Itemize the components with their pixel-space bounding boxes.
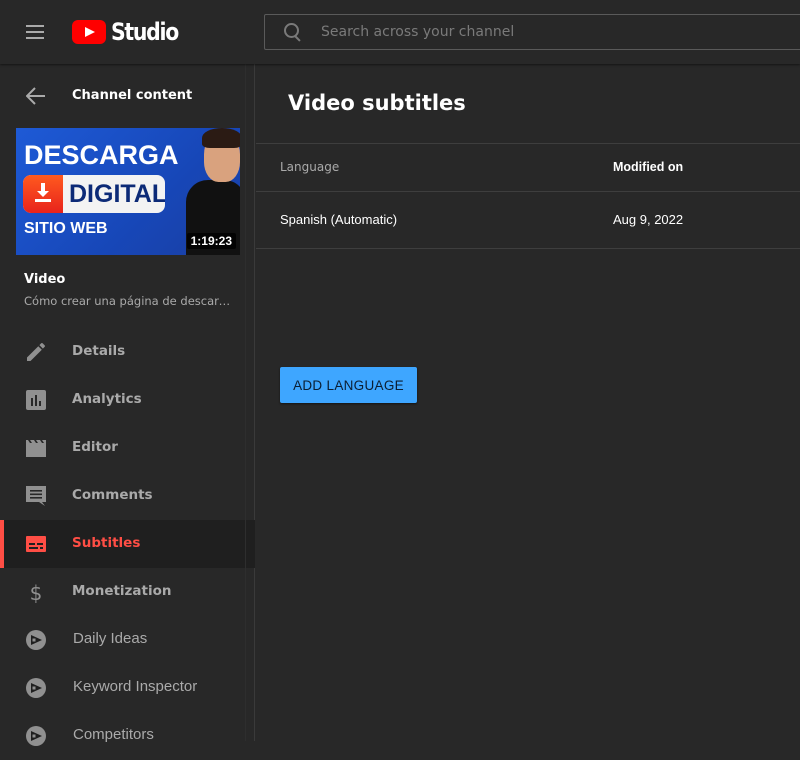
- clapperboard-icon: [26, 440, 46, 457]
- sidebar-item-monetization[interactable]: $ Monetization: [0, 568, 255, 616]
- sidebar-item-subtitles[interactable]: Subtitles: [0, 520, 255, 568]
- menu-bar: [26, 31, 44, 33]
- sidebar-item-label: Editor: [72, 439, 118, 455]
- sidebar-item-keyword-inspector[interactable]: Keyword Inspector: [0, 664, 255, 712]
- menu-bar: [26, 37, 44, 39]
- back-to-channel-content[interactable]: Channel content: [0, 78, 255, 114]
- sidebar-item-label: Keyword Inspector: [73, 678, 198, 695]
- back-label: Channel content: [72, 88, 193, 103]
- column-header-language: Language: [280, 160, 340, 174]
- thumbnail-pill: DIGITAL: [23, 175, 165, 213]
- cell-modified-on: Aug 9, 2022: [613, 212, 684, 227]
- add-language-button[interactable]: ADD LANGUAGE: [280, 367, 417, 403]
- pencil-icon: [27, 343, 45, 361]
- sidebar-item-label: Subtitles: [72, 535, 141, 551]
- divider: [256, 143, 800, 144]
- sidebar-item-daily-ideas[interactable]: Daily Ideas: [0, 616, 255, 664]
- thumbnail-text-line2: DIGITAL: [69, 180, 165, 208]
- sidebar-item-label: Details: [72, 343, 126, 359]
- analytics-icon: [26, 390, 46, 410]
- search-box[interactable]: [264, 14, 800, 50]
- cell-language[interactable]: Spanish (Automatic): [280, 212, 397, 227]
- search-input[interactable]: [321, 24, 721, 40]
- sidebar-item-comments[interactable]: Comments: [0, 472, 255, 520]
- svg-text:$: $: [30, 581, 43, 604]
- sidebar-item-editor[interactable]: Editor: [0, 424, 255, 472]
- dollar-icon: $: [30, 581, 43, 604]
- comment-icon: [26, 486, 46, 506]
- search-icon: [283, 22, 303, 42]
- divider: [256, 191, 800, 192]
- hamburger-menu-button[interactable]: [24, 20, 48, 44]
- column-header-modified-on[interactable]: Modified on: [613, 160, 683, 174]
- video-thumbnail[interactable]: DESCARGA DIGITAL SITIO WEB 1:19:23: [16, 128, 240, 255]
- video-title: Cómo crear una página de descarga...: [24, 294, 234, 308]
- sidebar-item-details[interactable]: Details: [0, 328, 255, 376]
- sidebar-item-label: Competitors: [73, 726, 154, 743]
- sidebar-item-label: Comments: [72, 487, 153, 503]
- extension-play-icon: [26, 678, 46, 698]
- subtitles-icon: [26, 536, 46, 552]
- youtube-play-icon: [72, 20, 106, 44]
- divider: [256, 248, 800, 249]
- extension-play-icon: [26, 726, 46, 746]
- main-content: Video subtitles Language Modified on Spa…: [256, 64, 800, 741]
- menu-bar: [26, 25, 44, 27]
- youtube-studio-logo[interactable]: Studio: [72, 18, 190, 46]
- sidebar-nav: Details Analytics Editor Comments Subtit…: [0, 328, 255, 760]
- logo-text: Studio: [111, 18, 179, 46]
- sidebar-item-label: Analytics: [72, 391, 142, 407]
- sidebar-item-analytics[interactable]: Analytics: [0, 376, 255, 424]
- sidebar-item-label: Monetization: [72, 583, 172, 599]
- sidebar-item-label: Daily Ideas: [73, 630, 148, 647]
- download-icon: [35, 183, 51, 202]
- extension-play-icon: [26, 630, 46, 650]
- video-duration-badge: 1:19:23: [186, 233, 236, 249]
- page-title: Video subtitles: [288, 91, 466, 115]
- video-label: Video: [24, 272, 66, 287]
- top-header: Studio: [0, 0, 800, 64]
- thumbnail-person-hair: [202, 128, 240, 148]
- sidebar-item-competitors[interactable]: Competitors: [0, 712, 255, 760]
- arrow-back-icon: [26, 87, 45, 105]
- sidebar: Channel content DESCARGA DIGITAL SITIO W…: [0, 64, 255, 746]
- thumbnail-text-line3: SITIO WEB: [24, 220, 108, 237]
- thumbnail-text-line1: DESCARGA: [24, 140, 179, 170]
